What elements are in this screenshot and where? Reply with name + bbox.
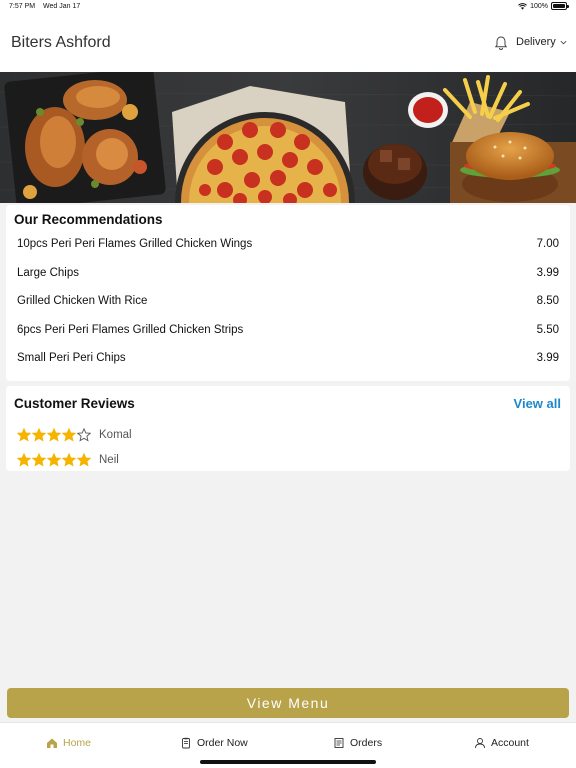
item-name: Large Chips [17, 267, 80, 279]
recommendations-title: Our Recommendations [14, 212, 163, 227]
item-price: 8.50 [536, 295, 559, 307]
star-filled-icon [32, 453, 46, 467]
tab-orders[interactable]: Orders [333, 737, 382, 749]
view-menu-button[interactable]: View Menu [7, 688, 569, 718]
tab-label: Account [491, 737, 529, 749]
restaurant-name: Biters Ashford [11, 34, 111, 51]
order-icon [182, 737, 190, 749]
status-time: 7:57 PM [9, 3, 36, 10]
delivery-selector[interactable]: Delivery [516, 36, 567, 48]
battery-icon [551, 2, 569, 10]
star-filled-icon [32, 428, 46, 442]
recommendation-item[interactable]: Small Peri Peri Chips 3.99 [17, 352, 559, 370]
item-name: Grilled Chicken With Rice [17, 295, 148, 307]
tab-label: Orders [350, 737, 383, 749]
recommendation-item[interactable]: 10pcs Peri Peri Flames Grilled Chicken W… [17, 238, 559, 256]
battery-percent: 100% [530, 2, 548, 10]
user-icon [475, 738, 485, 749]
wifi-icon [518, 2, 527, 10]
customer-reviews-card: Customer Reviews View all Komal Neil [6, 386, 570, 471]
star-filled-icon [62, 453, 76, 467]
tab-account[interactable]: Account [474, 737, 529, 749]
status-date: Wed Jan 17 [43, 3, 81, 10]
item-price: 3.99 [536, 267, 559, 279]
item-price: 5.50 [536, 324, 559, 336]
item-price: 7.00 [536, 238, 559, 250]
reviewer-name: Komal [99, 429, 132, 441]
item-name: 6pcs Peri Peri Flames Grilled Chicken St… [17, 324, 244, 336]
review-row: Komal [17, 427, 132, 443]
item-name: Small Peri Peri Chips [17, 352, 126, 364]
tab-order-now[interactable]: Order Now [180, 737, 248, 749]
star-empty-icon [77, 428, 91, 442]
chevron-down-icon [560, 40, 567, 44]
reviewer-name: Neil [99, 454, 119, 466]
home-icon [47, 738, 57, 748]
star-filled-icon [17, 428, 31, 442]
home-indicator [200, 760, 376, 764]
app-header: Biters Ashford Delivery [0, 14, 576, 72]
view-all-reviews-link[interactable]: View all [514, 396, 561, 411]
delivery-label: Delivery [516, 36, 556, 48]
item-name: 10pcs Peri Peri Flames Grilled Chicken W… [17, 238, 253, 250]
bell-icon[interactable] [493, 35, 509, 51]
tab-label: Home [63, 737, 92, 749]
star-rating [17, 428, 91, 442]
tab-label: Order Now [197, 737, 248, 749]
star-filled-icon [17, 453, 31, 467]
recommendation-item[interactable]: Large Chips 3.99 [17, 267, 559, 285]
star-filled-icon [62, 428, 76, 442]
food-banner-image [0, 72, 576, 203]
star-filled-icon [47, 453, 61, 467]
tab-home[interactable]: Home [46, 737, 91, 749]
status-bar: 7:57 PM Wed Jan 17 100% [0, 0, 576, 14]
recommendation-item[interactable]: 6pcs Peri Peri Flames Grilled Chicken St… [17, 324, 559, 342]
review-row: Neil [17, 452, 119, 468]
reviews-title: Customer Reviews [14, 396, 135, 411]
recommendations-card: Our Recommendations 10pcs Peri Peri Flam… [6, 205, 570, 381]
receipt-icon [334, 738, 344, 748]
item-price: 3.99 [536, 352, 559, 364]
star-rating [17, 453, 91, 467]
hero-food-banner [0, 72, 576, 203]
star-filled-icon [77, 453, 91, 467]
star-filled-icon [47, 428, 61, 442]
recommendation-item[interactable]: Grilled Chicken With Rice 8.50 [17, 295, 559, 313]
